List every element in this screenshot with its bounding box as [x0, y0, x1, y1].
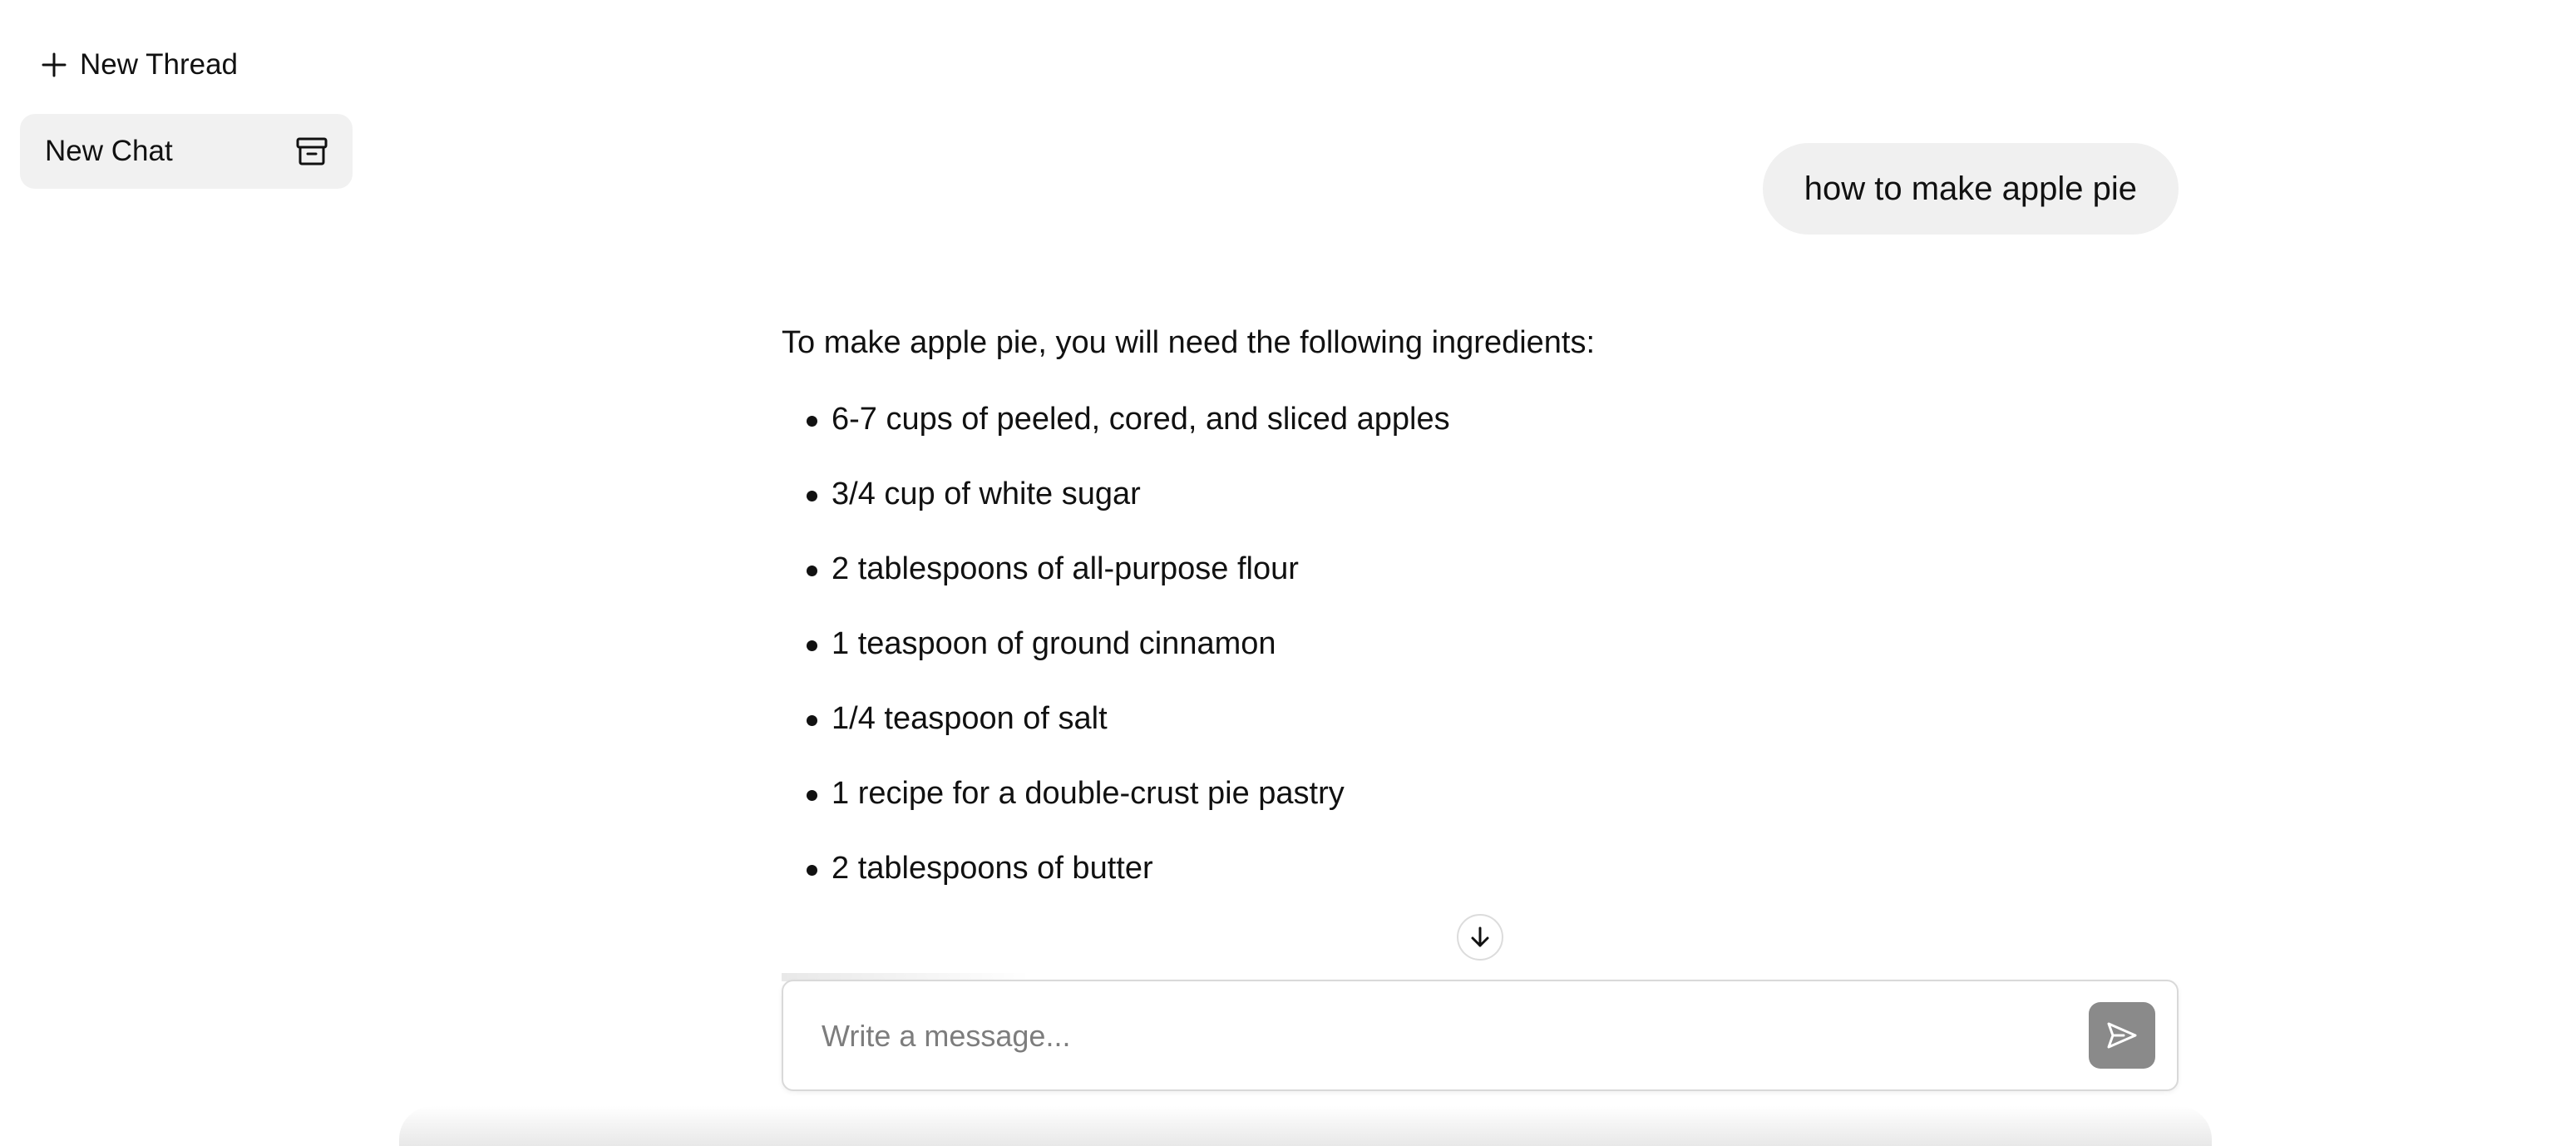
- new-thread-button[interactable]: New Thread: [40, 42, 238, 88]
- list-item: 1 recipe for a double-crust pie pastry: [807, 769, 2179, 844]
- list-item: 3/4 cup of white sugar: [807, 470, 2179, 545]
- message-input[interactable]: [820, 1006, 2070, 1066]
- user-message-bubble: how to make apple pie: [1762, 143, 2179, 235]
- scroll-to-bottom-button[interactable]: [1457, 914, 1503, 961]
- send-icon: [2107, 1022, 2137, 1049]
- sidebar: New Thread New Chat: [0, 0, 366, 1146]
- arrow-down-icon: [1471, 926, 1489, 947]
- list-item: 2 tablespoons of butter: [807, 844, 2179, 919]
- assistant-intro: To make apple pie, you will need the fol…: [782, 325, 1596, 360]
- thread-item-label: New Chat: [45, 135, 173, 167]
- ingredient-list: 6-7 cups of peeled, cored, and sliced ap…: [782, 395, 2179, 919]
- send-button[interactable]: [2089, 1002, 2155, 1069]
- list-item: 1/4 teaspoon of salt: [807, 694, 2179, 769]
- message-composer: [782, 980, 2179, 1091]
- bottom-shadow: [399, 1106, 2212, 1146]
- list-item: 6-7 cups of peeled, cored, and sliced ap…: [807, 395, 2179, 470]
- plus-icon: [42, 52, 67, 77]
- list-item: 1 teaspoon of ground cinnamon: [807, 620, 2179, 694]
- archive-icon[interactable]: [294, 134, 329, 169]
- list-item: 2 tablespoons of all-purpose flour: [807, 545, 2179, 620]
- new-thread-label: New Thread: [80, 48, 239, 81]
- assistant-message: To make apple pie, you will need the fol…: [782, 319, 2179, 919]
- thread-item-new-chat[interactable]: New Chat: [20, 114, 353, 189]
